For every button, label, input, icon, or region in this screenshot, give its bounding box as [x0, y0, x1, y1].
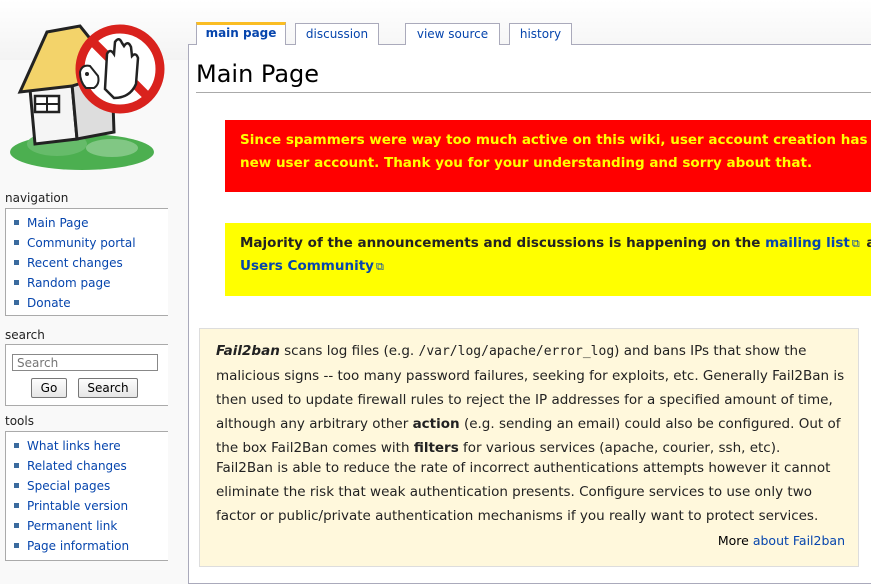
announcement-line2: Users Community ⧉ — [240, 255, 871, 278]
tools-item-related-changes[interactable]: Related changes — [14, 456, 168, 476]
tools-item-permanent-link[interactable]: Permanent link — [14, 516, 168, 536]
tab-view-source[interactable]: view source — [405, 23, 500, 45]
spam-notice-line2: new user account. Thank you for your und… — [240, 155, 813, 171]
bullet-icon — [14, 300, 19, 305]
tools-item-printable-version[interactable]: Printable version — [14, 496, 168, 516]
title-divider — [196, 92, 871, 93]
navigation-title: navigation — [5, 191, 69, 205]
tab-history[interactable]: history — [509, 23, 572, 45]
page-title: Main Page — [196, 60, 320, 88]
filters-term: filters — [413, 440, 459, 456]
navigation-panel: Main Page Community portal Recent change… — [5, 208, 168, 316]
users-community-link[interactable]: Users Community — [240, 258, 374, 274]
bullet-icon — [14, 280, 19, 285]
announcement-line1: Majority of the announcements and discus… — [240, 232, 871, 255]
tools-panel: What links here Related changes Special … — [5, 431, 168, 561]
bullet-icon — [14, 543, 19, 548]
tab-discussion[interactable]: discussion — [295, 23, 379, 45]
house-no-entry-logo-icon — [10, 24, 165, 170]
intro-paragraph-2: Fail2Ban is able to reduce the rate of i… — [216, 460, 831, 524]
nav-item-recent-changes[interactable]: Recent changes — [14, 253, 168, 273]
bullet-icon — [14, 260, 19, 265]
tools-item-what-links-here[interactable]: What links here — [14, 436, 168, 456]
tools-title: tools — [5, 414, 34, 428]
nav-item-main-page[interactable]: Main Page — [14, 213, 168, 233]
bullet-icon — [14, 240, 19, 245]
external-link-icon: ⧉ — [851, 237, 860, 250]
spam-notice-line1: Since spammers were way too much active … — [240, 132, 871, 148]
announcement-notice: Majority of the announcements and discus… — [225, 223, 871, 296]
tab-main-page[interactable]: main page — [196, 22, 286, 45]
nav-item-random-page[interactable]: Random page — [14, 273, 168, 293]
intro-paragraph-1: Fail2ban scans log files (e.g. /var/log/… — [216, 343, 845, 456]
bullet-icon — [14, 503, 19, 508]
tools-item-page-information[interactable]: Page information — [14, 536, 168, 556]
site-logo[interactable] — [2, 14, 172, 174]
search-title: search — [5, 328, 45, 342]
search-button[interactable]: Search — [78, 378, 138, 398]
more-about: More about Fail2ban — [717, 533, 845, 548]
intro-box: Fail2ban scans log files (e.g. /var/log/… — [199, 328, 859, 567]
tools-item-special-pages[interactable]: Special pages — [14, 476, 168, 496]
bullet-icon — [14, 483, 19, 488]
about-fail2ban-link[interactable]: about Fail2ban — [753, 533, 845, 548]
bullet-icon — [14, 523, 19, 528]
mailing-list-link[interactable]: mailing list — [765, 235, 850, 251]
search-panel: Go Search — [5, 344, 168, 406]
action-term: action — [412, 416, 460, 432]
external-link-icon: ⧉ — [375, 260, 384, 273]
bullet-icon — [14, 220, 19, 225]
fail2ban-name: Fail2ban — [216, 343, 280, 359]
bullet-icon — [14, 443, 19, 448]
spam-notice: Since spammers were way too much active … — [225, 120, 871, 192]
search-input[interactable] — [12, 354, 158, 371]
nav-item-community-portal[interactable]: Community portal — [14, 233, 168, 253]
go-button[interactable]: Go — [31, 378, 67, 398]
nav-item-donate[interactable]: Donate — [14, 293, 168, 313]
log-path: /var/log/apache/error_log — [418, 344, 615, 359]
bullet-icon — [14, 463, 19, 468]
